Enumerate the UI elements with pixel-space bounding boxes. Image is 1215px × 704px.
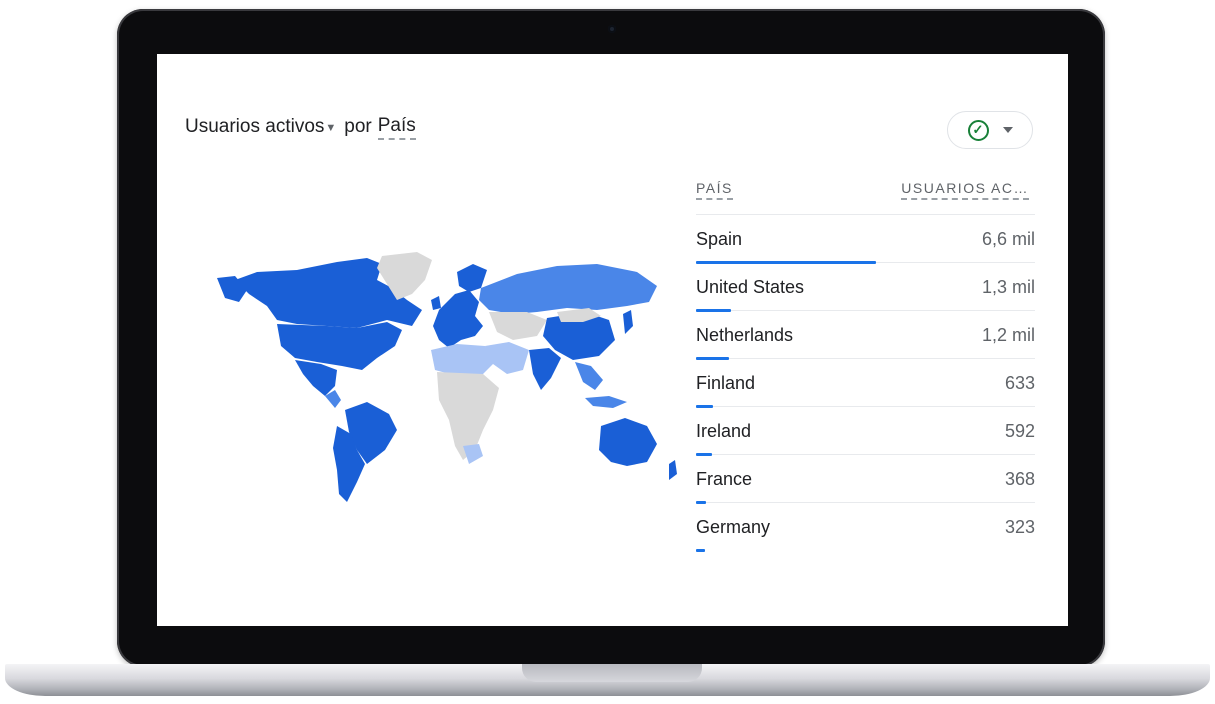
share-bar bbox=[696, 549, 705, 552]
map-country-new-zealand[interactable] bbox=[669, 460, 677, 480]
comparison-button[interactable]: ✓ bbox=[947, 111, 1033, 149]
dimension-selector[interactable]: País bbox=[377, 115, 416, 140]
country-name: Finland bbox=[696, 373, 756, 393]
active-users-value: 633 bbox=[1004, 373, 1035, 393]
active-users-value: 323 bbox=[1004, 517, 1035, 537]
country-name: Netherlands bbox=[696, 325, 794, 345]
country-name: Germany bbox=[696, 517, 771, 537]
world-map[interactable] bbox=[217, 250, 687, 510]
map-country-central-asia[interactable] bbox=[489, 312, 547, 340]
table-row[interactable]: Spain 6,6 mil bbox=[696, 215, 1035, 264]
map-country-indonesia[interactable] bbox=[585, 396, 627, 408]
country-name: United States bbox=[696, 277, 805, 297]
active-users-value: 592 bbox=[1004, 421, 1035, 441]
country-name: France bbox=[696, 469, 753, 489]
column-header-users[interactable]: USUARIOS AC… bbox=[901, 180, 1029, 200]
active-users-value: 1,2 mil bbox=[981, 325, 1035, 345]
country-name: Spain bbox=[696, 229, 743, 249]
map-country-russia[interactable] bbox=[479, 264, 657, 314]
map-country-mexico[interactable] bbox=[295, 360, 337, 396]
laptop-hinge bbox=[522, 664, 702, 682]
table-row[interactable]: Netherlands 1,2 mil bbox=[696, 311, 1035, 360]
active-users-value: 1,3 mil bbox=[981, 277, 1035, 297]
table-row[interactable]: France 368 bbox=[696, 455, 1035, 504]
country-name: Ireland bbox=[696, 421, 752, 441]
card-title: Usuarios activos ▼ por País bbox=[185, 114, 416, 140]
chevron-down-icon bbox=[1002, 127, 1013, 133]
metric-dropdown-icon[interactable]: ▼ bbox=[325, 122, 336, 134]
column-header-country[interactable]: PAÍS bbox=[696, 180, 733, 200]
map-country-north-africa[interactable] bbox=[431, 344, 495, 376]
camera-icon bbox=[608, 25, 616, 33]
table-header: PAÍS USUARIOS AC… bbox=[696, 174, 1035, 215]
table-row[interactable]: Germany 323 bbox=[696, 503, 1035, 552]
map-country-australia[interactable] bbox=[599, 418, 657, 466]
map-country-usa[interactable] bbox=[277, 322, 402, 370]
active-users-value: 368 bbox=[1004, 469, 1035, 489]
table-row[interactable]: Ireland 592 bbox=[696, 407, 1035, 456]
check-circle-icon: ✓ bbox=[967, 119, 989, 141]
metric-selector[interactable]: Usuarios activos bbox=[185, 116, 324, 138]
map-country-southeast-asia[interactable] bbox=[575, 362, 603, 390]
country-table: PAÍS USUARIOS AC… Spain 6,6 mil United Sta… bbox=[696, 174, 1035, 552]
active-users-value: 6,6 mil bbox=[981, 229, 1035, 249]
laptop-screen: Usuarios activos ▼ por País ✓ PAÍS USUAR… bbox=[157, 54, 1068, 626]
map-country-india[interactable] bbox=[529, 348, 561, 390]
by-label: por bbox=[344, 116, 372, 137]
map-country-europe[interactable] bbox=[433, 290, 483, 348]
table-row[interactable]: United States 1,3 mil bbox=[696, 263, 1035, 312]
map-country-south-africa[interactable] bbox=[463, 444, 483, 464]
map-country-uk[interactable] bbox=[431, 296, 441, 310]
map-country-japan[interactable] bbox=[623, 310, 633, 334]
table-row[interactable]: Finland 633 bbox=[696, 359, 1035, 408]
